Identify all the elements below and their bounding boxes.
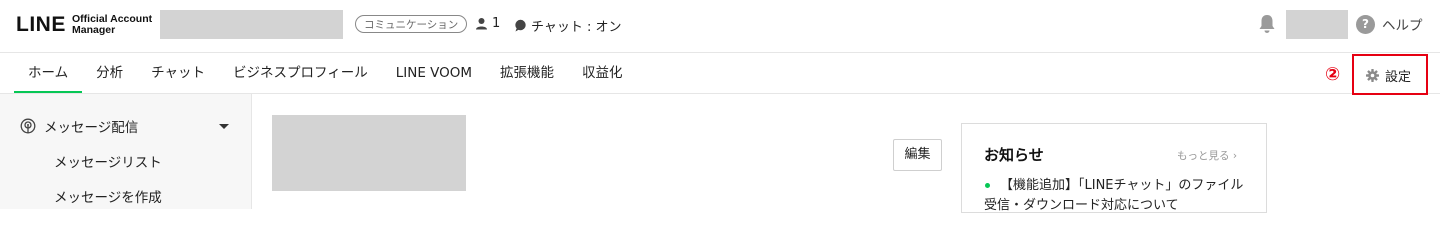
notice-title: お知らせ [984, 146, 1044, 164]
friends-count: 1 [475, 16, 500, 31]
annotation-number: ② [1325, 64, 1341, 85]
tab-extensions[interactable]: 拡張機能 [486, 53, 568, 93]
tab-line-voom[interactable]: LINE VOOM [382, 53, 486, 93]
account-type-badge: コミュニケーション [355, 15, 468, 33]
logo-subtitle-line2: Manager [72, 24, 116, 36]
settings-label: 設定 [1385, 70, 1412, 85]
sidebar-section-label: メッセージ配信 [44, 120, 139, 136]
gear-icon [1366, 69, 1379, 82]
account-name-redacted[interactable] [160, 10, 343, 39]
friends-count-value: 1 [492, 16, 501, 31]
profile-image-redacted [272, 115, 466, 191]
sidebar-item-message-list[interactable]: メッセージリスト [54, 151, 162, 171]
notice-more-link[interactable]: もっと見る › [1177, 148, 1237, 163]
user-avatar-redacted[interactable] [1286, 10, 1348, 39]
edit-button[interactable]: 編集 [893, 139, 942, 171]
tab-chat[interactable]: チャット [137, 53, 219, 93]
tab-monetization[interactable]: 収益化 [568, 53, 637, 93]
tab-home[interactable]: ホーム [14, 53, 83, 93]
line-logo[interactable]: LINE [16, 14, 66, 36]
chevron-right-icon: › [1232, 150, 1238, 162]
settings-link[interactable]: 設定 [1366, 66, 1411, 85]
bell-icon[interactable] [1258, 14, 1276, 34]
help-link[interactable]: ? ヘルプ [1356, 14, 1423, 34]
sidebar-section-message-delivery[interactable]: メッセージ配信 [20, 116, 138, 136]
person-icon [476, 18, 487, 30]
chat-status-label: チャット : オン [531, 20, 622, 35]
broadcast-icon [20, 118, 36, 134]
sidebar-item-create-message[interactable]: メッセージを作成 [54, 186, 162, 206]
notice-item-link[interactable]: 【機能追加】「LINEチャット」のファイル受信・ダウンロード対応について [984, 176, 1246, 216]
main-nav-tabs: ホーム 分析 チャット ビジネスプロフィール LINE VOOM 拡張機能 収益… [14, 53, 637, 93]
help-label: ヘルプ [1382, 18, 1423, 34]
chevron-down-icon[interactable] [219, 124, 229, 129]
notice-more-label: もっと見る [1177, 150, 1230, 162]
logo-subtitle: Official Account Manager [72, 14, 152, 36]
tab-business-profile[interactable]: ビジネスプロフィール [219, 53, 382, 93]
tab-analytics[interactable]: 分析 [82, 53, 137, 93]
help-icon: ? [1356, 14, 1375, 34]
chat-bubble-icon [515, 19, 526, 32]
chat-status[interactable]: チャット : オン [514, 16, 622, 35]
